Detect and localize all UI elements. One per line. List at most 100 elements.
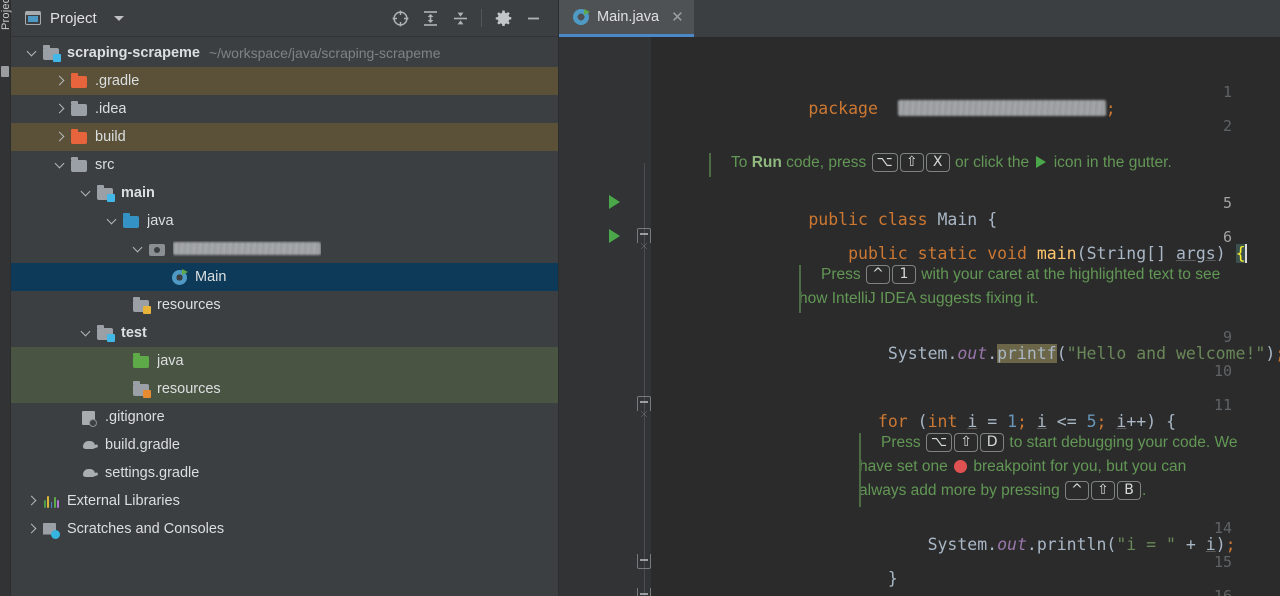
folder-orange-icon bbox=[71, 72, 88, 89]
tree-label: resources bbox=[157, 381, 221, 397]
tree-row-main-class[interactable]: Main bbox=[11, 263, 558, 291]
chevron-right-icon[interactable] bbox=[55, 76, 65, 86]
tree-label: Main bbox=[195, 269, 227, 285]
project-tree[interactable]: scraping-scrapeme ~/workspace/java/scrap… bbox=[11, 37, 558, 596]
code-line-9: System.out.printf("Hello and welcome!"); bbox=[887, 344, 1280, 363]
keycap-control-icon: ^ bbox=[1065, 481, 1090, 500]
settings-gear-icon[interactable] bbox=[488, 4, 518, 32]
module-folder-icon bbox=[43, 44, 61, 62]
chevron-right-icon[interactable] bbox=[27, 496, 37, 506]
tree-label: .idea bbox=[95, 101, 127, 117]
fold-end-icon[interactable] bbox=[637, 554, 651, 569]
hide-icon[interactable] bbox=[518, 4, 548, 32]
breakpoint-dot-icon bbox=[954, 460, 968, 473]
folder-grey-icon bbox=[71, 156, 88, 173]
keycap-shift-icon: ⇧ bbox=[899, 153, 924, 172]
project-path: ~/workspace/java/scraping-scrapeme bbox=[208, 45, 441, 61]
chevron-down-icon[interactable] bbox=[81, 188, 91, 198]
chevron-down-icon[interactable] bbox=[81, 328, 91, 338]
tree-row-test[interactable]: test bbox=[11, 319, 558, 347]
gitignore-file-icon bbox=[81, 410, 98, 427]
tree-label: settings.gradle bbox=[105, 465, 200, 481]
stripe-project-label[interactable]: Project bbox=[0, 0, 12, 30]
expand-all-icon[interactable] bbox=[415, 4, 445, 32]
tree-label: .gradle bbox=[95, 73, 140, 89]
chevron-down-icon[interactable] bbox=[113, 15, 124, 21]
tree-label: Scratches and Consoles bbox=[67, 521, 225, 537]
tree-row-build-gradle[interactable]: build.gradle bbox=[11, 431, 558, 459]
tree-row-external-libraries[interactable]: External Libraries bbox=[11, 487, 558, 515]
inlay-hint-run[interactable]: To Run code, press ⌥ ⇧ X or click the icon… bbox=[709, 151, 1280, 179]
tree-row-settings-gradle[interactable]: settings.gradle bbox=[11, 459, 558, 487]
folder-blue-icon bbox=[123, 212, 140, 229]
keycap-1: 1 bbox=[891, 265, 916, 284]
chevron-right-icon[interactable] bbox=[55, 104, 65, 114]
project-panel-header: Project bbox=[11, 0, 558, 37]
keycap-option-icon: ⌥ bbox=[925, 433, 953, 452]
chevron-right-icon[interactable] bbox=[27, 524, 37, 534]
tree-label: java bbox=[147, 213, 174, 229]
folder-orange-icon bbox=[71, 128, 88, 145]
keycap-shift-icon: ⇧ bbox=[1091, 481, 1116, 500]
keycap-x: X bbox=[925, 153, 950, 172]
project-panel-title-group[interactable]: Project bbox=[25, 10, 124, 27]
inlay-hint-debug[interactable]: Press ⌥ ⇧ D to start debugging your code. … bbox=[859, 431, 1280, 509]
folder-green-icon bbox=[133, 352, 150, 369]
chevron-down-icon[interactable] bbox=[107, 216, 117, 226]
tree-row-main-resources[interactable]: resources bbox=[11, 291, 558, 319]
chevron-right-icon[interactable] bbox=[55, 132, 65, 142]
tree-row-scratches-and-consoles[interactable]: Scratches and Consoles bbox=[11, 515, 558, 543]
gradle-file-icon bbox=[81, 438, 98, 453]
editor-gutter[interactable] bbox=[559, 37, 651, 596]
tree-row-gitignore[interactable]: .gitignore bbox=[11, 403, 558, 431]
hint-accent-bar bbox=[709, 153, 711, 177]
tree-row-src[interactable]: src bbox=[11, 151, 558, 179]
fold-end-icon[interactable] bbox=[637, 588, 651, 596]
tree-row-package[interactable] bbox=[11, 235, 558, 263]
folder-grey-icon bbox=[71, 100, 88, 117]
chevron-down-icon[interactable] bbox=[55, 160, 65, 170]
tree-row-idea[interactable]: .idea bbox=[11, 95, 558, 123]
intellij-idea-window: Project Project scraping-scrapeme ~/work… bbox=[0, 0, 1280, 596]
project-window-icon bbox=[25, 11, 41, 25]
fold-open-icon[interactable] bbox=[636, 396, 652, 417]
tree-row-test-resources[interactable]: resources bbox=[11, 375, 558, 403]
inlay-hint-intention[interactable]: Press ^ 1 with your caret at the highligh… bbox=[799, 263, 1280, 315]
run-line-icon[interactable] bbox=[609, 195, 620, 209]
select-opened-file-icon[interactable] bbox=[385, 4, 415, 32]
fold-open-icon[interactable] bbox=[636, 228, 652, 249]
keycap-b: B bbox=[1117, 481, 1142, 500]
tree-row-main[interactable]: main bbox=[11, 179, 558, 207]
code-text[interactable]: package ; To Run code, press ⌥ ⇧ X or clic… bbox=[651, 37, 1280, 596]
code-editor[interactable]: 1 2 5 6 9 10 11 14 15 16 17 package ; bbox=[559, 37, 1280, 596]
project-tool-window: Project scraping-scrapeme ~/workspace/ja… bbox=[11, 0, 559, 596]
code-line-16: } bbox=[709, 584, 858, 596]
tab-label: Main.java bbox=[597, 9, 660, 25]
tree-label: .gitignore bbox=[105, 409, 165, 425]
closing-brace: } bbox=[887, 569, 898, 588]
chevron-down-icon[interactable] bbox=[133, 244, 143, 254]
play-icon bbox=[1036, 156, 1047, 168]
tree-label: scraping-scrapeme bbox=[67, 45, 200, 61]
hint-accent-bar bbox=[799, 265, 801, 313]
editor-area: Main.java ✕ 1 2 5 6 9 10 11 14 15 16 17 bbox=[559, 0, 1280, 596]
left-toolwindow-stripe[interactable]: Project bbox=[0, 0, 12, 596]
run-line-icon[interactable] bbox=[609, 229, 620, 243]
tab-main-java[interactable]: Main.java ✕ bbox=[559, 0, 694, 37]
redaction-bar bbox=[173, 242, 321, 255]
chevron-down-icon[interactable] bbox=[27, 48, 37, 58]
tree-row-build[interactable]: build bbox=[11, 123, 558, 151]
project-panel-actions bbox=[385, 4, 548, 32]
tree-row-scraping-scrapeme[interactable]: scraping-scrapeme ~/workspace/java/scrap… bbox=[11, 39, 558, 67]
tree-row-test-java[interactable]: java bbox=[11, 347, 558, 375]
collapse-all-icon[interactable] bbox=[445, 4, 475, 32]
tree-row-main-java[interactable]: java bbox=[11, 207, 558, 235]
java-class-runnable-icon bbox=[171, 268, 188, 285]
keycap-d: D bbox=[980, 433, 1005, 452]
keyword-package: package bbox=[808, 99, 878, 118]
tree-label: java bbox=[157, 353, 184, 369]
test-root-folder-icon bbox=[97, 324, 115, 342]
tree-label: build bbox=[95, 129, 126, 145]
tree-row-gradle[interactable]: .gradle bbox=[11, 67, 558, 95]
close-icon[interactable]: ✕ bbox=[671, 10, 684, 25]
